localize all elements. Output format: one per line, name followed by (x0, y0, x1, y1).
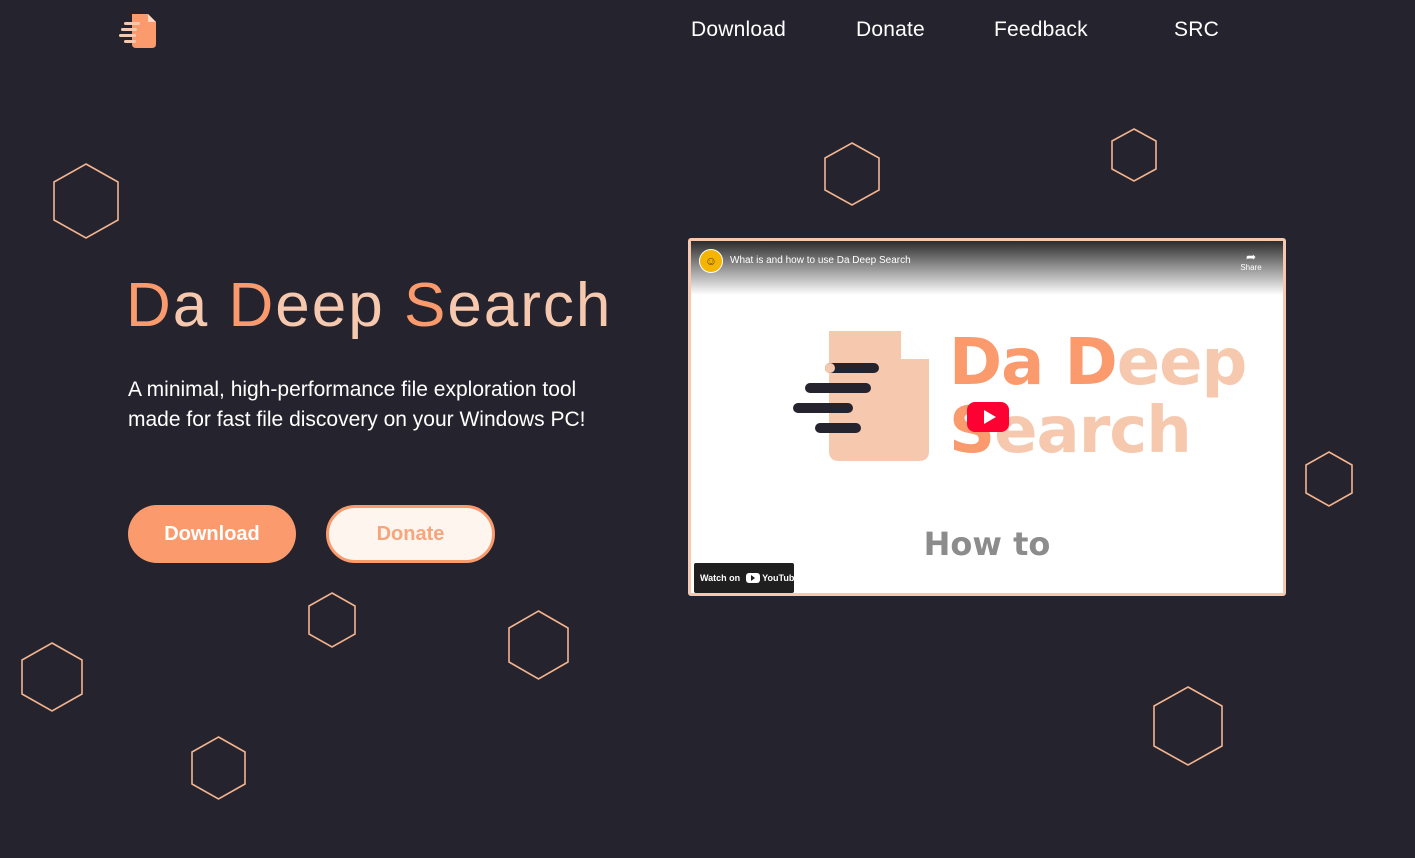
hexagon-decoration (1111, 128, 1157, 182)
top-nav: Download Donate Feedback SRC (0, 18, 1415, 48)
hexagon-decoration (191, 736, 246, 800)
video-header (691, 241, 1283, 295)
hero-description: A minimal, high-performance file explora… (128, 378, 586, 431)
download-button[interactable]: Download (128, 505, 296, 563)
thumb-word-eep: eep (1116, 326, 1248, 400)
nav-link-src[interactable]: SRC (1174, 18, 1219, 42)
hexagon-decoration (1153, 686, 1223, 766)
thumbnail-subtitle: How to (923, 525, 1051, 563)
title-initial-d1: D (126, 271, 173, 340)
video-title[interactable]: What is and how to use Da Deep Search (730, 255, 911, 266)
thumbnail-file-icon (793, 331, 929, 461)
thumbnail-title: Da Deep Search (949, 326, 1248, 468)
thumb-word-earch: earch (994, 394, 1192, 468)
page: Download Donate Feedback SRC Da Deep Sea… (0, 0, 1415, 858)
title-initial-d2: D (228, 271, 276, 340)
play-icon (983, 410, 996, 424)
thumbnail-title-line1: Da Deep (949, 326, 1248, 400)
share-button[interactable]: ➦ Share (1237, 251, 1265, 272)
channel-avatar[interactable]: ☺ (699, 249, 723, 273)
hexagon-decoration (508, 610, 569, 680)
nav-link-donate[interactable]: Donate (856, 18, 925, 42)
title-part-earch: earch (447, 271, 613, 340)
thumb-word-da: Da (949, 326, 1044, 400)
watch-on-label: Watch on (700, 573, 741, 583)
donate-button[interactable]: Donate (326, 505, 495, 563)
hexagon-decoration (21, 642, 83, 712)
title-part-a: a (172, 271, 229, 340)
nav-link-download[interactable]: Download (691, 18, 786, 42)
hexagon-decoration (1305, 451, 1353, 507)
watch-on-youtube-button[interactable]: Watch on YouTube (694, 563, 799, 593)
hexagon-decoration (53, 163, 119, 239)
hexagon-decoration (308, 592, 356, 648)
youtube-label: YouTube (762, 573, 800, 583)
nav-link-feedback[interactable]: Feedback (994, 18, 1088, 42)
youtube-logo-icon: YouTube (746, 573, 799, 583)
title-initial-s: S (403, 271, 448, 340)
share-icon: ➦ (1245, 250, 1257, 264)
thumb-space (1043, 326, 1064, 400)
hero-title: Da Deep Search (126, 270, 612, 341)
share-label: Share (1240, 263, 1262, 272)
youtube-video-embed[interactable]: ☺ What is and how to use Da Deep Search … (688, 238, 1286, 596)
play-button[interactable] (967, 402, 1009, 432)
thumb-initial-d: D (1064, 326, 1118, 400)
hexagon-decoration (824, 142, 880, 206)
title-part-eep: eep (275, 271, 404, 340)
